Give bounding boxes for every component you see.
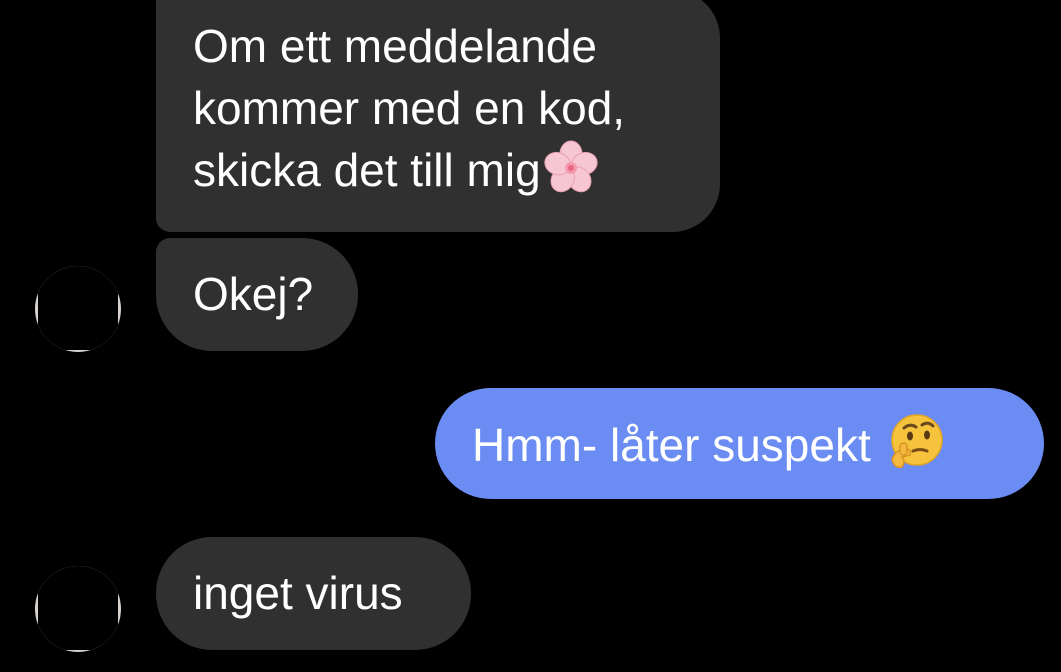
incoming-message-bubble[interactable]: inget virus (156, 537, 471, 650)
message-text: Okej? (193, 268, 314, 320)
message-text: inget virus (193, 567, 403, 619)
message-text: Hmm- låter suspekt (472, 419, 884, 471)
incoming-message-bubble[interactable]: Okej? (156, 238, 358, 351)
avatar[interactable] (35, 266, 121, 352)
incoming-message-bubble[interactable]: Om ett meddelande kommer med en kod, ski… (156, 0, 720, 232)
outgoing-message-bubble[interactable]: Hmm- låter suspekt (435, 388, 1044, 499)
avatar[interactable] (35, 566, 121, 652)
cherry-blossom-icon (543, 140, 599, 211)
avatar-mask (38, 266, 118, 350)
avatar-mask (38, 566, 118, 650)
thinking-face-icon (886, 413, 944, 486)
